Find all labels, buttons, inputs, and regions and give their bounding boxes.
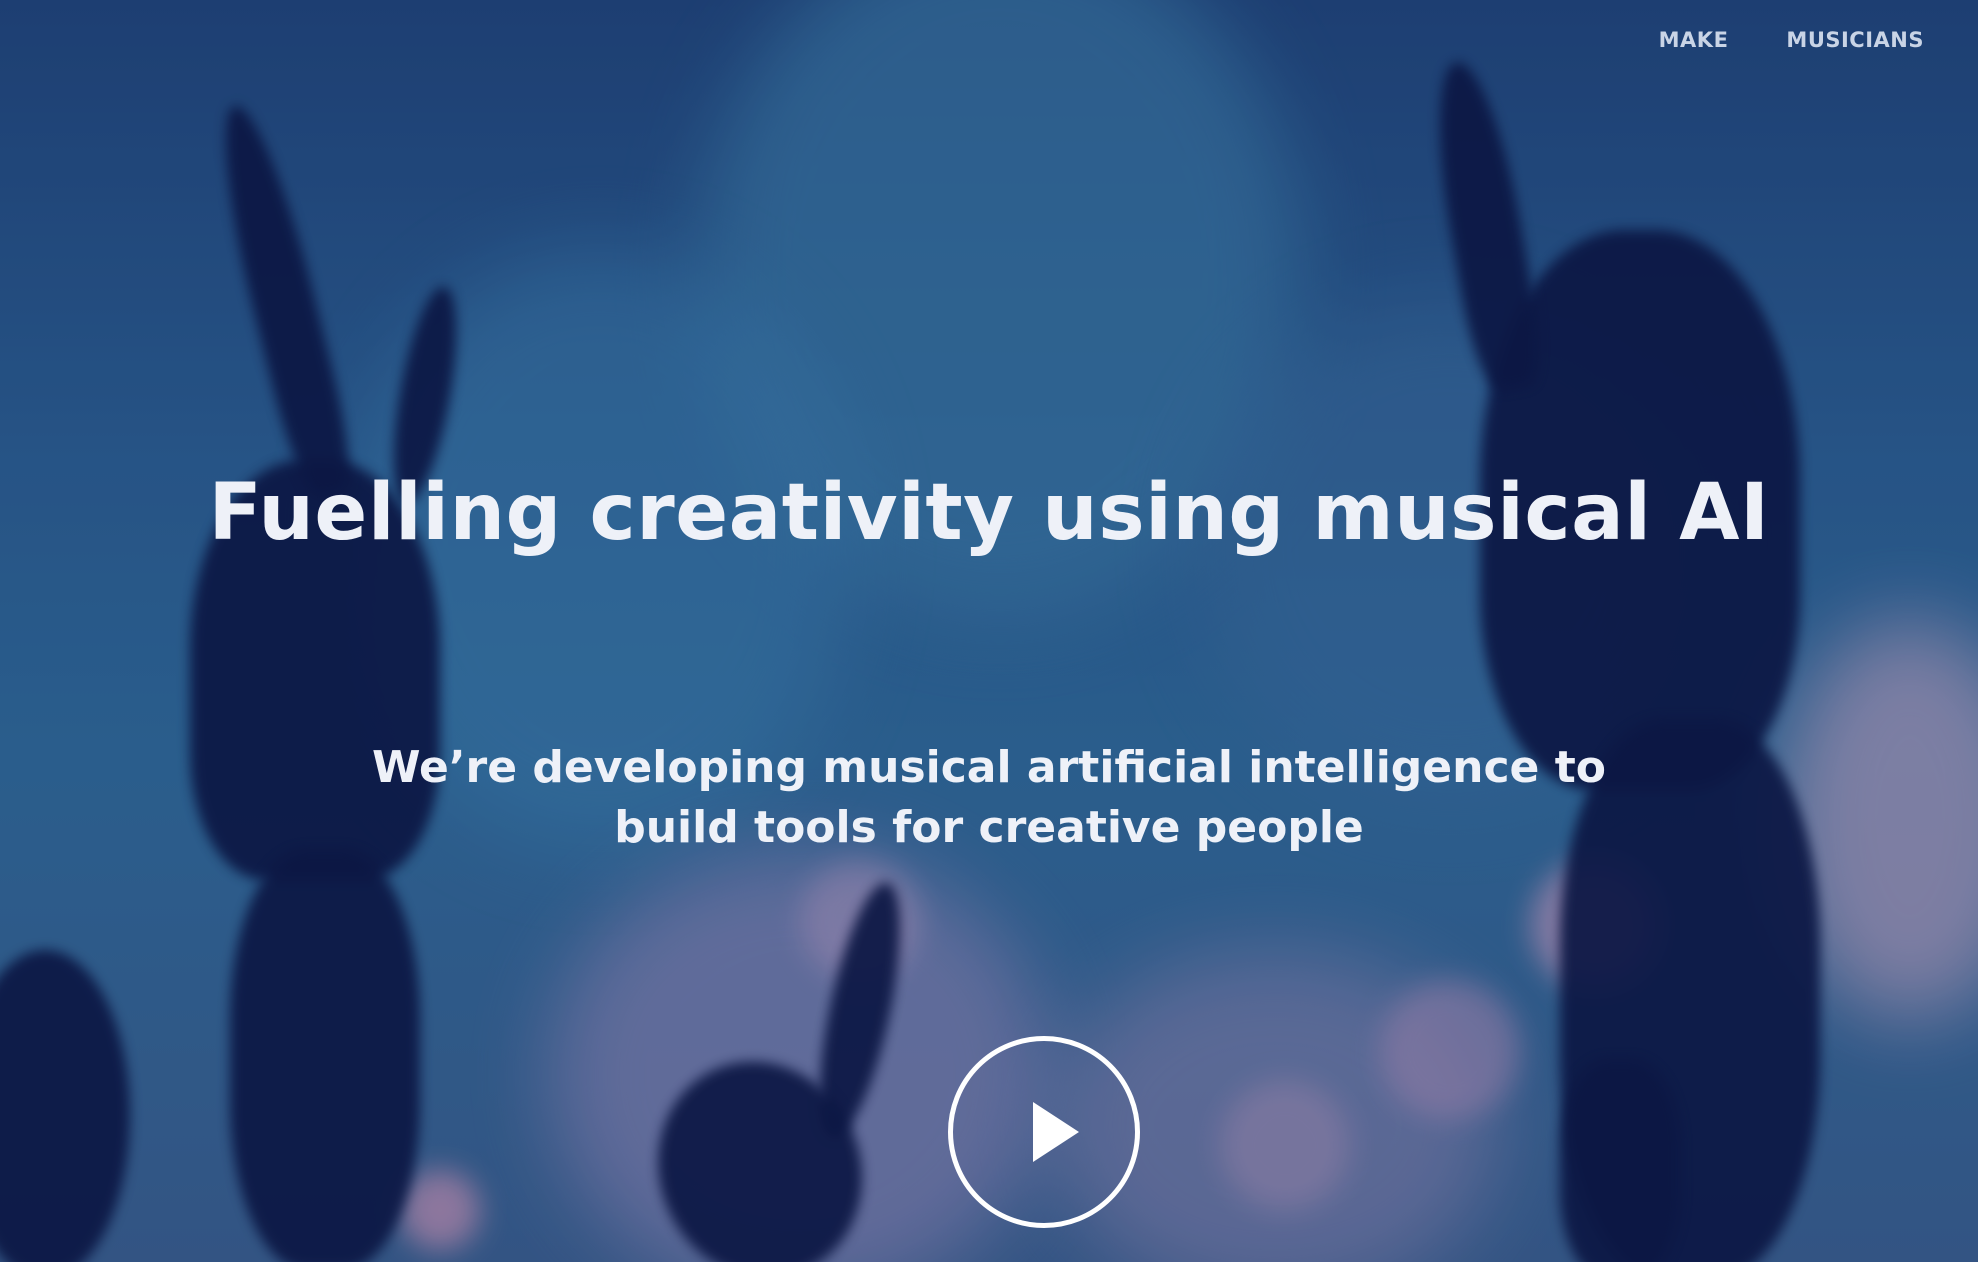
- top-nav: MAKE MUSICIANS: [1659, 28, 1924, 52]
- hero-headline: Fuelling creativity using musical AI: [208, 468, 1770, 558]
- hero-subline-line-1: We’re developing musical artificial inte…: [372, 742, 1606, 793]
- nav-item-make[interactable]: MAKE: [1659, 28, 1729, 52]
- play-video-button[interactable]: [948, 1036, 1140, 1228]
- hero-subline-line-2: build tools for creative people: [614, 802, 1364, 853]
- play-icon: [1033, 1102, 1079, 1162]
- hero-subline: We’re developing musical artificial inte…: [0, 738, 1978, 858]
- nav-item-musicians[interactable]: MUSICIANS: [1786, 28, 1924, 52]
